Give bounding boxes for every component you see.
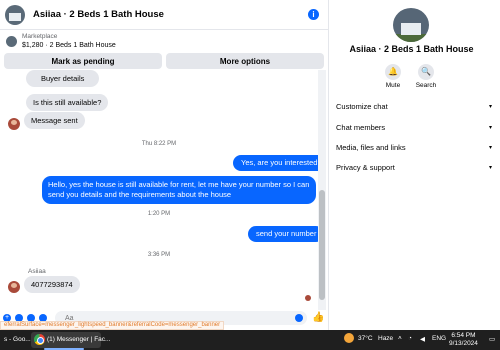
bell-icon: 🔔 xyxy=(385,64,401,80)
chat-pane: Asiiaa · 2 Beds 1 Bath House i Marketpla… xyxy=(0,0,329,330)
message-incoming: 4077293874 xyxy=(24,276,80,293)
details-row-media-files-links[interactable]: Media, files and links ▾ xyxy=(336,138,496,158)
chevron-up-icon[interactable]: ˄ xyxy=(398,335,402,342)
details-row-label: Media, files and links xyxy=(336,143,406,152)
language-indicator[interactable]: ENG xyxy=(432,335,446,342)
timestamp: 1:20 PM xyxy=(147,211,171,217)
avatar[interactable] xyxy=(8,281,20,293)
clock[interactable]: 6:54 PM 9/13/2024 xyxy=(449,332,478,348)
details-row-label: Privacy & support xyxy=(336,163,395,172)
temperature: 37°C xyxy=(358,335,373,342)
clock-time: 6:54 PM xyxy=(451,332,476,339)
message-incoming: Message sent xyxy=(24,112,85,129)
emoji-icon[interactable] xyxy=(295,314,303,322)
scrollbar-thumb[interactable] xyxy=(319,190,325,300)
message-incoming: Is this still available? xyxy=(26,94,109,111)
listing-text: Marketplace $1,280 · 2 Beds 1 Bath House xyxy=(22,32,116,50)
details-row-customize-chat[interactable]: Customize chat ▾ xyxy=(336,97,496,117)
timestamp: 3:36 PM xyxy=(147,252,171,258)
seen-indicator xyxy=(305,295,311,301)
search-label: Search xyxy=(415,82,437,89)
chevron-down-icon: ▾ xyxy=(488,145,492,151)
taskbar-item-google[interactable]: s - Goo... xyxy=(4,333,31,347)
thumbs-up-icon[interactable]: 👍 xyxy=(312,312,324,323)
chat-header: Asiiaa · 2 Beds 1 Bath House i xyxy=(0,0,329,30)
clock-date: 9/13/2024 xyxy=(449,340,478,347)
info-icon[interactable]: i xyxy=(308,9,319,20)
chat-title[interactable]: Asiiaa · 2 Beds 1 Bath House xyxy=(33,9,164,20)
search-button[interactable]: 🔍 Search xyxy=(411,64,441,89)
message-thread[interactable]: Buyer details Is this still available? M… xyxy=(0,70,318,310)
details-row-privacy-support[interactable]: Privacy & support ▾ xyxy=(336,158,496,178)
taskbar: s - Goo... (1) Messenger | Fac... 37°C H… xyxy=(0,330,500,350)
listing-source: Marketplace xyxy=(22,33,58,40)
message-outgoing: send your number xyxy=(248,226,318,242)
volume-icon[interactable]: ◀ xyxy=(420,335,425,343)
listing-name: $1,280 · 2 Beds 1 Bath House xyxy=(22,42,116,49)
sender-name: Asiiaa xyxy=(28,268,46,275)
mute-label: Mute xyxy=(385,82,401,89)
listing-actions: Mark as pending More options xyxy=(4,53,324,69)
more-options-button[interactable]: More options xyxy=(166,53,324,69)
buyer-details-button[interactable]: Buyer details xyxy=(26,70,100,87)
chevron-down-icon: ▾ xyxy=(488,165,492,171)
listing-photo[interactable] xyxy=(393,8,429,42)
message-outgoing: Yes, are you interested? xyxy=(233,155,318,171)
scrollbar[interactable] xyxy=(318,70,326,310)
listing-thumbnail xyxy=(6,35,17,47)
mute-button[interactable]: 🔔 Mute xyxy=(378,64,408,89)
details-row-chat-members[interactable]: Chat members ▾ xyxy=(336,118,496,138)
chevron-down-icon: ▾ xyxy=(488,104,492,110)
details-row-label: Chat members xyxy=(336,123,386,132)
timestamp: Thu 8:22 PM xyxy=(141,141,177,147)
message-outgoing: Hello, yes the house is still available … xyxy=(42,176,316,204)
avatar[interactable] xyxy=(8,118,20,130)
listing-banner[interactable]: Marketplace $1,280 · 2 Beds 1 Bath House xyxy=(0,30,329,52)
chrome-icon xyxy=(34,334,45,345)
listing-avatar[interactable] xyxy=(5,4,25,25)
chevron-down-icon: ▾ xyxy=(488,125,492,131)
notification-icon[interactable]: ▭ xyxy=(489,335,495,343)
wifi-icon[interactable]: ◔ xyxy=(408,335,412,342)
status-bar-url: eferralSurface=messenger_lightspeed_bann… xyxy=(0,321,225,330)
details-pane: Asiiaa · 2 Beds 1 Bath House 🔔 Mute 🔍 Se… xyxy=(330,0,500,330)
screen: Asiiaa · 2 Beds 1 Bath House i Marketpla… xyxy=(0,0,500,350)
search-icon: 🔍 xyxy=(418,64,434,80)
weather-condition: Haze xyxy=(378,335,394,342)
details-title: Asiiaa · 2 Beds 1 Bath House xyxy=(349,44,474,54)
weather-icon[interactable] xyxy=(344,333,354,343)
mark-as-pending-button[interactable]: Mark as pending xyxy=(4,53,162,69)
details-row-label: Customize chat xyxy=(336,102,388,111)
taskbar-item-messenger[interactable]: (1) Messenger | Fac... xyxy=(47,333,110,347)
